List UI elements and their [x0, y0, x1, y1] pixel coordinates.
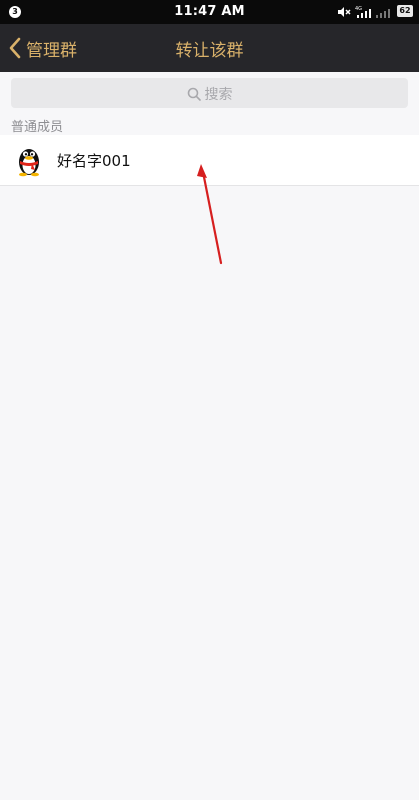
- page-title: 转让该群: [175, 41, 244, 61]
- search-icon: [187, 87, 201, 101]
- mute-icon: [338, 7, 351, 17]
- search-input[interactable]: 搜索: [11, 78, 408, 108]
- status-bar: 3 11:47 AM 4G 62: [0, 0, 419, 24]
- search-placeholder: 搜索: [204, 87, 233, 103]
- secondary-signal-icon: [376, 9, 390, 18]
- list-item[interactable]: 好名字001: [0, 135, 419, 186]
- qq-penguin-avatar-icon: [19, 149, 39, 177]
- battery-icon: 62: [397, 5, 413, 17]
- navigation-bar: 管理群 转让该群: [0, 24, 419, 72]
- network-badge: 4G: [355, 6, 362, 12]
- signal-icon: 4G: [355, 6, 371, 18]
- member-name: 好名字001: [57, 152, 131, 170]
- section-header: 普通成员: [11, 120, 64, 135]
- search-area: 搜索: [0, 72, 419, 116]
